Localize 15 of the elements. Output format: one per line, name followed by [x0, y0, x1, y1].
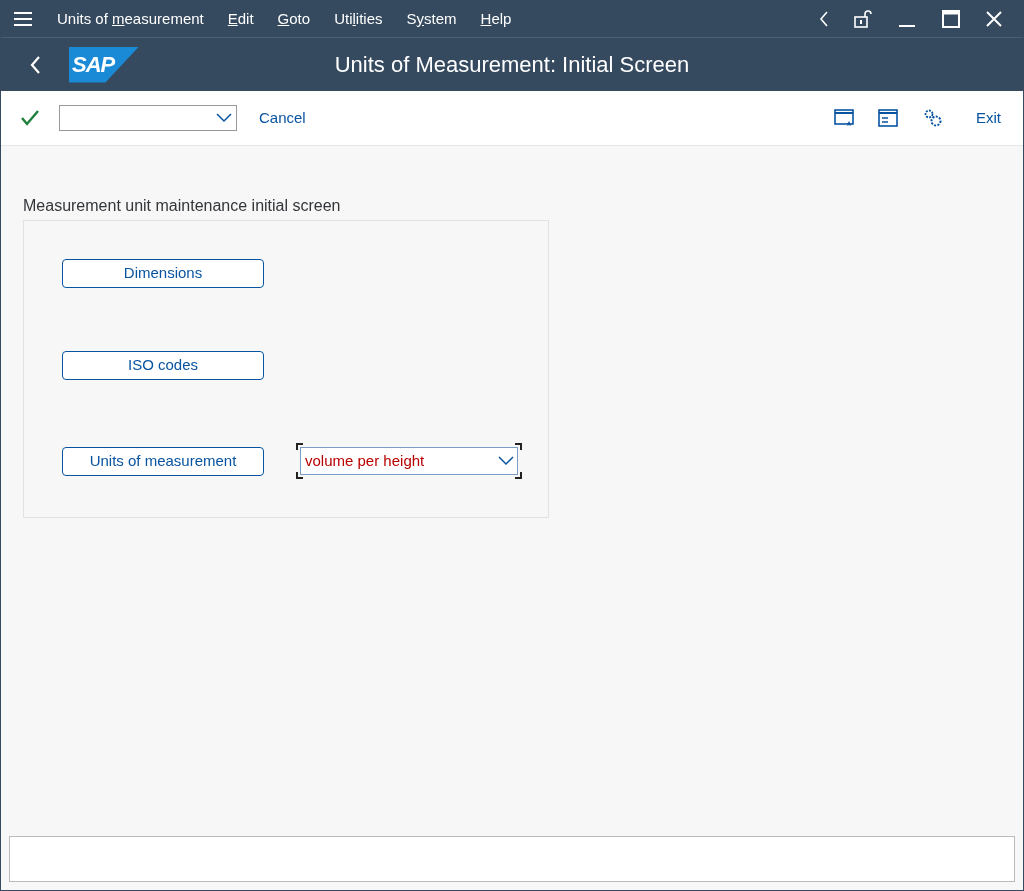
- menu-item[interactable]: Units of measurement: [45, 7, 216, 31]
- push-button[interactable]: Units of measurement: [62, 446, 264, 476]
- dropdown-field[interactable]: volume per height: [300, 447, 518, 475]
- menu-item[interactable]: Goto: [265, 7, 323, 31]
- push-button[interactable]: Dimensions: [62, 259, 264, 288]
- group-title: Measurement unit maintenance initial screen: [23, 196, 342, 216]
- menu-item[interactable]: Utilities: [322, 7, 395, 31]
- menu-item[interactable]: Edit: [215, 7, 266, 31]
- menu-item[interactable]: System: [394, 7, 469, 31]
- push-button[interactable]: ISO codes: [62, 351, 264, 380]
- screen-title: Units of Measurement: Initial Screen: [334, 52, 690, 77]
- logo: SAP: [69, 46, 139, 83]
- exit-button[interactable]: Exit: [970, 105, 1007, 131]
- menu-item[interactable]: Help: [468, 7, 524, 31]
- cancel-button[interactable]: Cancel: [253, 105, 312, 131]
